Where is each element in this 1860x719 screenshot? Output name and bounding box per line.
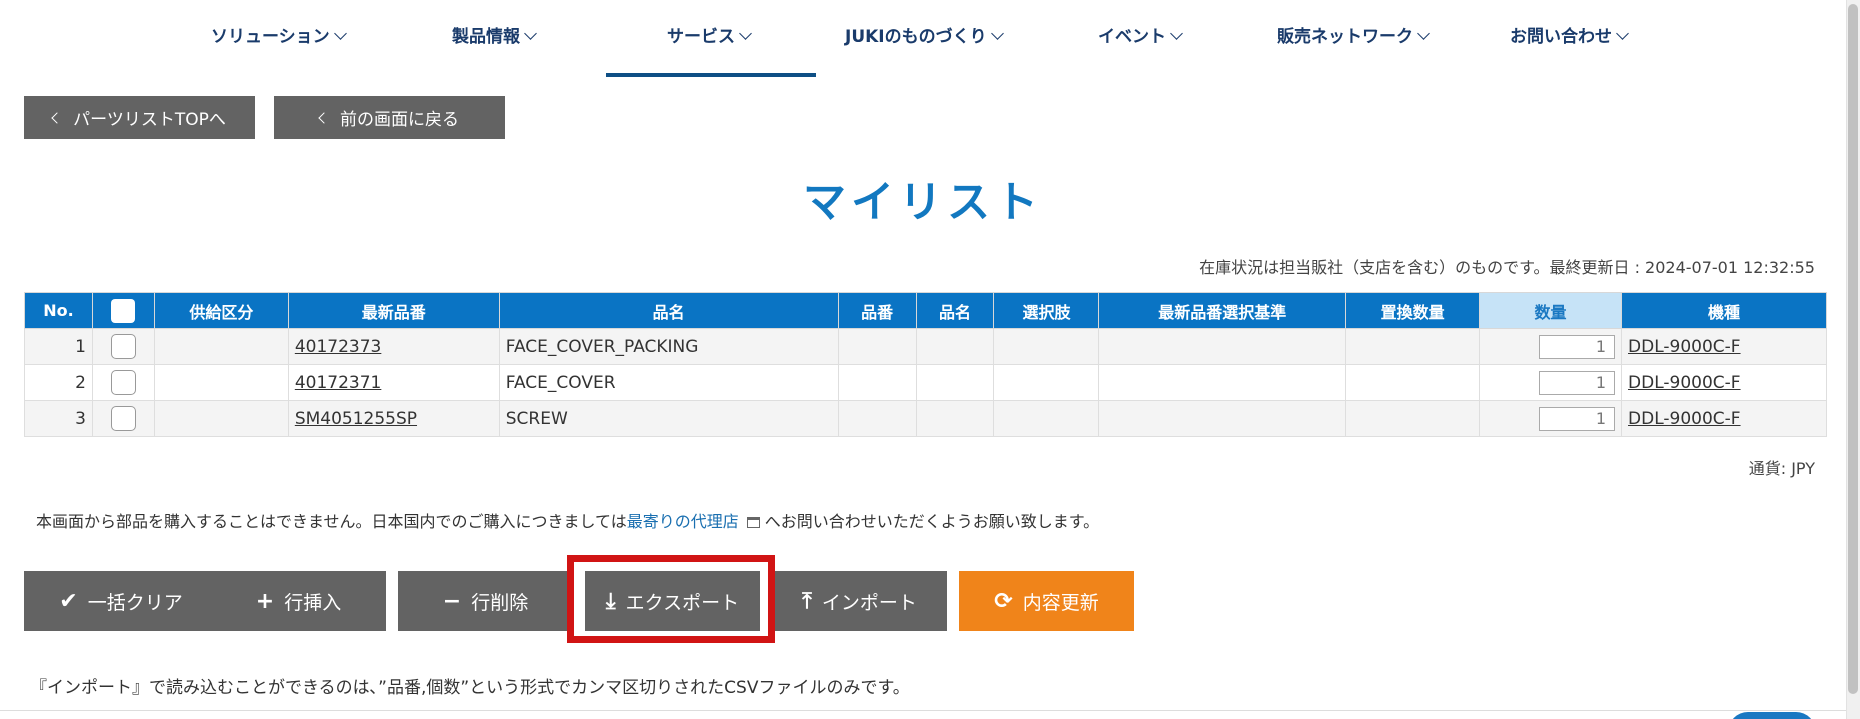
column-header-part: 品番 bbox=[837, 292, 917, 329]
upload-icon: ⤒ bbox=[802, 588, 812, 614]
column-header-latest-part: 最新品番 bbox=[287, 292, 500, 329]
my-list-table: No. 供給区分 最新品番 品名 品番 品名 選択肢 最新品番選択基準 置換数量… bbox=[24, 292, 1827, 437]
row-checkbox[interactable] bbox=[110, 334, 136, 359]
vertical-scrollbar[interactable] bbox=[1846, 0, 1860, 719]
nav-item-contact[interactable]: お問い合わせ bbox=[1510, 22, 1629, 47]
model-link[interactable]: DDL-9000C-F bbox=[1628, 337, 1741, 357]
external-window-icon bbox=[746, 517, 760, 528]
clear-all-button[interactable]: ✔ 一括クリア bbox=[24, 571, 218, 631]
top-navigation: ソリューション 製品情報 サービス JUKIのものづくり イベント 販売ネットワ… bbox=[0, 0, 1846, 78]
model-link[interactable]: DDL-9000C-F bbox=[1628, 373, 1741, 393]
column-header-name2: 品名 bbox=[915, 292, 995, 329]
quantity-input[interactable]: 1 bbox=[1539, 370, 1616, 395]
quantity-input[interactable]: 1 bbox=[1539, 406, 1616, 431]
column-header-option: 選択肢 bbox=[993, 292, 1100, 329]
insert-row-button[interactable]: + 行挿入 bbox=[211, 571, 386, 631]
column-header-criteria: 最新品番選択基準 bbox=[1098, 292, 1347, 329]
chevron-left-icon bbox=[318, 111, 330, 124]
plus-icon: + bbox=[255, 588, 275, 614]
stock-status-note: 在庫状況は担当販社（支店を含む）のものです。最終更新日 : 2024-07-01… bbox=[1199, 258, 1815, 277]
nav-item-sales-network[interactable]: 販売ネットワーク bbox=[1277, 22, 1430, 47]
divider bbox=[0, 710, 1846, 711]
nav-item-monozukuri[interactable]: JUKIのものづくり bbox=[845, 22, 1004, 47]
scrollbar-thumb[interactable] bbox=[1848, 4, 1858, 694]
table-row: 1 40172373 FACE_COVER_PACKING 1 DDL-9000… bbox=[24, 328, 1827, 365]
latest-part-link[interactable]: SM4051255SP bbox=[295, 409, 417, 429]
nav-item-solution[interactable]: ソリューション bbox=[211, 22, 347, 47]
chevron-down-icon bbox=[333, 27, 347, 40]
model-link[interactable]: DDL-9000C-F bbox=[1628, 409, 1741, 429]
select-all-checkbox[interactable] bbox=[111, 298, 136, 323]
chevron-down-icon bbox=[1417, 27, 1430, 40]
chevron-down-icon bbox=[524, 27, 537, 40]
latest-part-link[interactable]: 40172373 bbox=[295, 337, 382, 357]
import-format-note: 『インポート』で読み込むことができるのは､”品番,個数”という形式でカンマ区切り… bbox=[30, 678, 910, 698]
column-header-name: 品名 bbox=[498, 292, 839, 329]
update-button[interactable]: ⟳ 内容更新 bbox=[959, 571, 1134, 631]
chevron-left-icon bbox=[51, 111, 63, 124]
parts-list-top-button[interactable]: パーツリストTOPへ bbox=[24, 96, 255, 139]
nearest-dealer-link[interactable]: 最寄りの代理店 bbox=[627, 512, 739, 531]
row-checkbox[interactable] bbox=[110, 370, 136, 395]
table-header-row: No. 供給区分 最新品番 品名 品番 品名 選択肢 最新品番選択基準 置換数量… bbox=[24, 292, 1827, 329]
minus-icon: − bbox=[442, 588, 462, 614]
chevron-down-icon bbox=[1170, 27, 1183, 40]
back-button[interactable]: 前の画面に戻る bbox=[274, 96, 505, 139]
refresh-icon: ⟳ bbox=[994, 588, 1013, 614]
column-header-no: No. bbox=[24, 292, 93, 329]
column-header-supply: 供給区分 bbox=[153, 292, 289, 329]
column-header-replace-qty: 置換数量 bbox=[1345, 292, 1481, 329]
chevron-down-icon bbox=[1616, 27, 1629, 40]
chevron-down-icon bbox=[990, 27, 1004, 40]
purchase-notice: 本画面から部品を購入することはできません。日本国内でのご購入につきましては最寄り… bbox=[36, 512, 1100, 531]
nav-item-products[interactable]: 製品情報 bbox=[452, 22, 537, 47]
check-icon: ✔ bbox=[59, 588, 78, 614]
chevron-down-icon bbox=[739, 27, 752, 40]
table-row: 2 40172371 FACE_COVER 1 DDL-9000C-F bbox=[24, 364, 1827, 401]
nav-item-event[interactable]: イベント bbox=[1098, 22, 1183, 47]
page-title: マイリスト bbox=[803, 178, 1043, 228]
nav-active-indicator bbox=[606, 73, 816, 77]
latest-part-link[interactable]: 40172371 bbox=[295, 373, 382, 393]
import-button[interactable]: ⤒ インポート bbox=[772, 571, 947, 631]
nav-item-service[interactable]: サービス bbox=[667, 22, 752, 47]
column-header-qty: 数量 bbox=[1479, 292, 1623, 329]
column-header-model: 機種 bbox=[1621, 292, 1827, 329]
currency-label: 通貨: JPY bbox=[1748, 459, 1815, 478]
table-row: 3 SM4051255SP SCREW 1 DDL-9000C-F bbox=[24, 400, 1827, 437]
quantity-input[interactable]: 1 bbox=[1539, 334, 1616, 359]
export-highlight-box bbox=[567, 555, 775, 643]
floating-action-button[interactable] bbox=[1728, 712, 1816, 719]
column-header-select-all bbox=[91, 292, 155, 329]
delete-row-button[interactable]: − 行削除 bbox=[398, 571, 573, 631]
row-checkbox[interactable] bbox=[110, 406, 136, 431]
